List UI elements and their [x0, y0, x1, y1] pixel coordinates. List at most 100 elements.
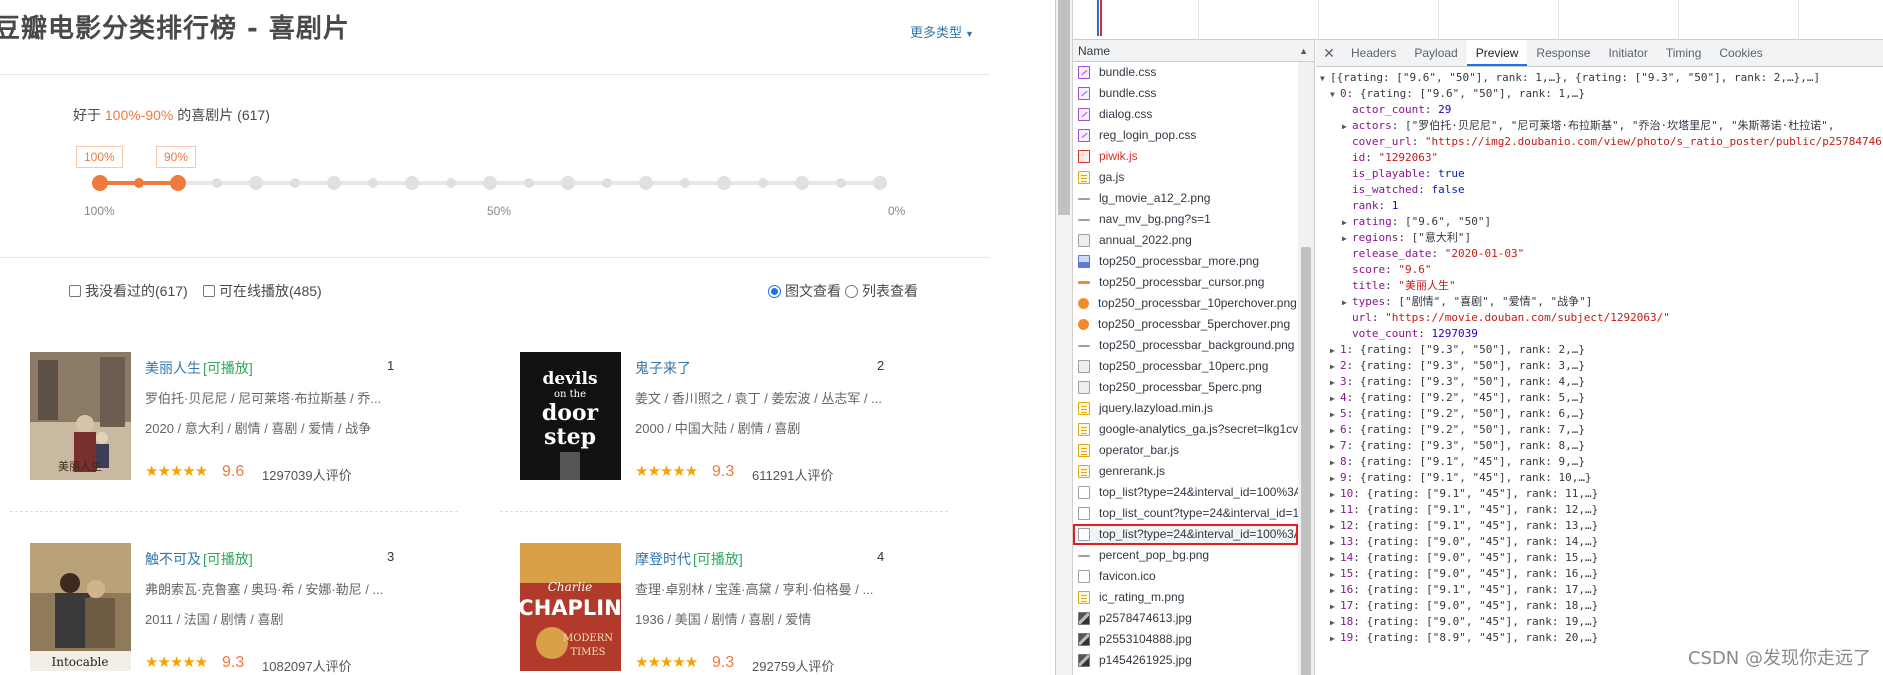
movie-title-link[interactable]: 美丽人生 [可播放] [145, 358, 253, 378]
tab-cookies[interactable]: Cookies [1710, 40, 1771, 66]
preview-field-row[interactable]: rank: 1 [1316, 198, 1883, 214]
preview-item-row[interactable]: ▼ 0: {rating: ["9.6", "50"], rank: 1,…} [1316, 86, 1883, 102]
preview-item-row[interactable]: ▶ 6: {rating: ["9.2", "50"], rank: 7,…} [1316, 422, 1883, 438]
request-row[interactable]: genrerank.js [1073, 461, 1298, 482]
slider-dot[interactable] [483, 176, 497, 190]
request-row[interactable]: top_list?type=24&interval_id=100%3A90 [1073, 524, 1298, 545]
tab-headers[interactable]: Headers [1342, 40, 1405, 66]
view-grid-radio[interactable]: 图文查看 [768, 281, 841, 301]
request-row[interactable]: top250_processbar_5perc.png [1073, 377, 1298, 398]
preview-item-row[interactable]: ▶ 16: {rating: ["9.1", "45"], rank: 17,…} [1316, 582, 1883, 598]
slider-dot[interactable] [134, 178, 144, 188]
slider-dot[interactable] [717, 176, 731, 190]
preview-field-row[interactable]: vote_count: 1297039 [1316, 326, 1883, 342]
request-row[interactable]: top250_processbar_cursor.png [1073, 272, 1298, 293]
request-row[interactable]: lg_movie_a12_2.png [1073, 188, 1298, 209]
request-row[interactable]: annual_2022.png [1073, 230, 1298, 251]
slider-dot[interactable] [639, 176, 653, 190]
preview-item-row[interactable]: ▶ 5: {rating: ["9.2", "50"], rank: 6,…} [1316, 406, 1883, 422]
preview-item-row[interactable]: ▶ 2: {rating: ["9.3", "50"], rank: 3,…} [1316, 358, 1883, 374]
slider-dot[interactable] [758, 178, 768, 188]
request-row[interactable]: jquery.lazyload.min.js [1073, 398, 1298, 419]
movie-poster[interactable]: 美丽人生 [30, 352, 131, 480]
preview-item-row[interactable]: ▶ 17: {rating: ["9.0", "45"], rank: 18,…} [1316, 598, 1883, 614]
checkbox-icon[interactable] [69, 285, 81, 297]
request-row[interactable]: top250_processbar_more.png [1073, 251, 1298, 272]
preview-field-row[interactable]: cover_url: "https://img2.doubanio.com/vi… [1316, 134, 1883, 150]
slider-dot[interactable] [446, 178, 456, 188]
preview-item-row[interactable]: ▶ 15: {rating: ["9.0", "45"], rank: 16,…} [1316, 566, 1883, 582]
request-row[interactable]: p2578474613.jpg [1073, 608, 1298, 629]
slider-dot[interactable] [795, 176, 809, 190]
checkbox-icon[interactable] [203, 285, 215, 297]
request-row[interactable]: bundle.css [1073, 83, 1298, 104]
tab-response[interactable]: Response [1527, 40, 1599, 66]
preview-field-row[interactable]: ▶ types: ["剧情", "喜剧", "爱情", "战争"] [1316, 294, 1883, 310]
slider-dot[interactable] [212, 178, 222, 188]
preview-item-row[interactable]: ▶ 4: {rating: ["9.2", "45"], rank: 5,…} [1316, 390, 1883, 406]
movie-title-link[interactable]: 摩登时代 [可播放] [635, 549, 743, 569]
request-row[interactable]: top250_processbar_5perchover.png [1073, 314, 1298, 335]
page-scrollbar-thumb[interactable] [1058, 0, 1070, 215]
radio-icon[interactable] [845, 284, 858, 298]
request-row[interactable]: piwik.js [1073, 146, 1298, 167]
request-row[interactable]: operator_bar.js [1073, 440, 1298, 461]
request-row[interactable]: top250_processbar_10perchover.png [1073, 293, 1298, 314]
request-row[interactable]: top250_processbar_10perc.png [1073, 356, 1298, 377]
preview-item-row[interactable]: ▶ 8: {rating: ["9.1", "45"], rank: 9,…} [1316, 454, 1883, 470]
more-types-link[interactable]: 更多类型 ▼ [910, 22, 974, 41]
preview-field-row[interactable]: release_date: "2020-01-03" [1316, 246, 1883, 262]
request-row[interactable]: p2553104888.jpg [1073, 629, 1298, 650]
page-scrollbar[interactable] [1056, 0, 1073, 675]
preview-item-row[interactable]: ▶ 10: {rating: ["9.1", "45"], rank: 11,…} [1316, 486, 1883, 502]
movie-title-link[interactable]: 鬼子来了 [635, 358, 693, 378]
slider-dot[interactable] [680, 178, 690, 188]
playable-checkbox[interactable]: 可在线播放(485) [203, 281, 322, 301]
request-row[interactable]: top_list?type=24&interval_id=100%3A90 [1073, 482, 1298, 503]
request-row[interactable]: ic_rating_m.png [1073, 587, 1298, 608]
slider-dot[interactable] [561, 176, 575, 190]
not-watched-checkbox[interactable]: 我没看过的(617) [69, 281, 188, 301]
tab-payload[interactable]: Payload [1405, 40, 1466, 66]
name-column-header[interactable]: Name ▲ [1073, 40, 1314, 62]
slider-dot[interactable] [368, 178, 378, 188]
preview-field-row[interactable]: ▶ regions: ["意大利"] [1316, 230, 1883, 246]
preview-item-row[interactable]: ▶ 18: {rating: ["9.0", "45"], rank: 19,…} [1316, 614, 1883, 630]
request-row[interactable]: percent_pop_bg.png [1073, 545, 1298, 566]
slider-dot[interactable] [249, 176, 263, 190]
request-row[interactable]: reg_login_pop.css [1073, 125, 1298, 146]
slider-dot[interactable] [405, 176, 419, 190]
slider-dot[interactable] [873, 176, 887, 190]
slider-dot[interactable] [602, 178, 612, 188]
request-row[interactable]: p1454261925.jpg [1073, 650, 1298, 671]
movie-poster[interactable]: Charlie CHAPLIN MODERN TIMES [520, 543, 621, 671]
preview-item-row[interactable]: ▶ 12: {rating: ["9.1", "45"], rank: 13,…} [1316, 518, 1883, 534]
preview-item-row[interactable]: ▶ 14: {rating: ["9.0", "45"], rank: 15,…} [1316, 550, 1883, 566]
preview-field-row[interactable]: is_watched: false [1316, 182, 1883, 198]
slider-handle[interactable] [92, 175, 108, 191]
request-row[interactable]: bundle.css [1073, 62, 1298, 83]
slider-dot[interactable] [524, 178, 534, 188]
request-row[interactable]: top_list_count?type=24&interval_id=100%3… [1073, 503, 1298, 524]
slider-dot[interactable] [836, 178, 846, 188]
preview-item-row[interactable]: ▶ 3: {rating: ["9.3", "50"], rank: 4,…} [1316, 374, 1883, 390]
preview-field-row[interactable]: title: "美丽人生" [1316, 278, 1883, 294]
preview-item-row[interactable]: ▶ 11: {rating: ["9.1", "45"], rank: 12,…} [1316, 502, 1883, 518]
preview-item-row[interactable]: ▶ 7: {rating: ["9.3", "50"], rank: 8,…} [1316, 438, 1883, 454]
close-icon[interactable]: ✕ [1316, 40, 1342, 66]
preview-item-row[interactable]: ▶ 1: {rating: ["9.3", "50"], rank: 2,…} [1316, 342, 1883, 358]
preview-item-row[interactable]: ▶ 13: {rating: ["9.0", "45"], rank: 14,…} [1316, 534, 1883, 550]
slider-dot[interactable] [290, 178, 300, 188]
radio-checked-icon[interactable] [768, 284, 781, 298]
tab-preview[interactable]: Preview [1466, 40, 1528, 66]
request-row[interactable]: nav_mv_bg.png?s=1 [1073, 209, 1298, 230]
request-list-scrollbar-thumb[interactable] [1301, 247, 1311, 675]
preview-field-row[interactable]: actor_count: 29 [1316, 102, 1883, 118]
network-timeline[interactable] [1073, 0, 1883, 40]
preview-field-row[interactable]: ▶ rating: ["9.6", "50"] [1316, 214, 1883, 230]
preview-field-row[interactable]: ▶ actors: ["罗伯托·贝尼尼", "尼可莱塔·布拉斯基", "乔治·坎塔… [1316, 118, 1883, 134]
request-row[interactable]: ga.js [1073, 167, 1298, 188]
preview-root-row[interactable]: ▼ [{rating: ["9.6", "50"], rank: 1,…}, {r… [1316, 70, 1883, 86]
request-row[interactable]: dialog.css [1073, 104, 1298, 125]
preview-item-row[interactable]: ▶ 9: {rating: ["9.1", "45"], rank: 10,…} [1316, 470, 1883, 486]
